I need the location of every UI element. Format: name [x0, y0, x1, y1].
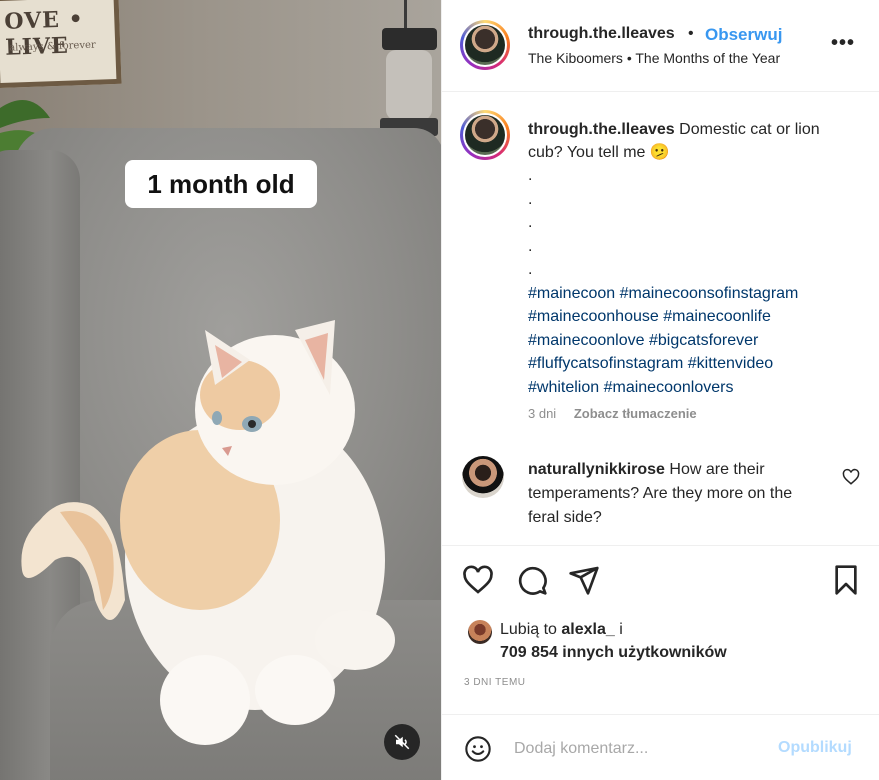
- hashtag-line[interactable]: #mainecoonlove #bigcatsforever: [528, 329, 848, 353]
- mute-toggle-button[interactable]: [384, 724, 420, 760]
- caption-hashtags[interactable]: #mainecoon #mainecoonsofinstagram #maine…: [528, 282, 848, 400]
- post-timestamp: 3 DNI TEMU: [464, 677, 526, 688]
- header-separator: •: [688, 25, 694, 42]
- like-heart-icon[interactable]: [462, 564, 494, 596]
- commenter-username-link[interactable]: naturallynikkirose: [528, 461, 665, 478]
- instagram-post-view: OVE • LIVE always & forever 1 month old …: [0, 0, 879, 780]
- comment-composer: Opublikuj: [442, 714, 879, 780]
- likes-prefix: Lubią to: [500, 621, 557, 638]
- publish-button[interactable]: Opublikuj: [778, 739, 852, 757]
- caption-dots: . . . . .: [528, 164, 848, 282]
- caption-dot: .: [528, 167, 533, 184]
- caption-author-avatar[interactable]: [460, 110, 510, 160]
- post-header: through.the.lleaves • Obserwuj The Kiboo…: [442, 0, 879, 92]
- confused-emoji-icon: 🫤: [649, 144, 670, 161]
- caption-dot: .: [528, 261, 533, 278]
- likes-conjunction: i: [619, 621, 623, 638]
- caption-dot: .: [528, 190, 533, 208]
- author-username-link[interactable]: through.the.lleaves: [528, 25, 675, 43]
- hashtag-line[interactable]: #mainecoonhouse #mainecoonlife: [528, 305, 848, 329]
- commenter-avatar[interactable]: [462, 456, 504, 498]
- liker-username-link[interactable]: alexla_: [561, 621, 614, 638]
- caption-username-link[interactable]: through.the.lleaves: [528, 121, 675, 138]
- comment-input[interactable]: [514, 737, 764, 761]
- author-avatar[interactable]: [460, 20, 510, 70]
- kitten-image: [21, 320, 395, 745]
- emoji-smiley-icon[interactable]: [464, 735, 492, 763]
- caption-dot: .: [528, 237, 533, 255]
- hashtag-line[interactable]: #mainecoon #mainecoonsofinstagram: [528, 282, 848, 306]
- post-details-panel: through.the.lleaves • Obserwuj The Kiboo…: [441, 0, 879, 780]
- hashtag-line[interactable]: #fluffycatsofinstagram #kittenvideo: [528, 352, 848, 376]
- follow-button[interactable]: Obserwuj: [705, 25, 782, 45]
- share-paper-plane-icon[interactable]: [568, 564, 600, 596]
- comment-like-heart-icon[interactable]: [842, 468, 860, 486]
- see-translation-button[interactable]: Zobacz tłumaczenie: [574, 406, 697, 421]
- comment-bubble-icon[interactable]: [516, 564, 548, 596]
- caption-age: 3 dni: [528, 406, 557, 421]
- caption-meta: 3 dni Zobacz tłumaczenie: [528, 406, 711, 421]
- audio-track-link[interactable]: The Kiboomers • The Months of the Year: [528, 50, 780, 66]
- video-overlay-label: 1 month old: [125, 160, 317, 208]
- post-actions: Lubią to alexla_ i 709 854 innych użytko…: [442, 545, 879, 715]
- likes-summary: Lubią to alexla_ i: [500, 621, 623, 639]
- hashtag-line[interactable]: #whitelion #mainecoonlovers: [528, 376, 848, 400]
- caption-text-block: through.the.lleaves Domestic cat or lion…: [528, 118, 848, 399]
- speaker-muted-icon: [394, 734, 410, 750]
- more-options-icon: •••: [830, 31, 855, 54]
- save-bookmark-icon[interactable]: [830, 564, 862, 596]
- likes-count-link[interactable]: 709 854 innych użytkowników: [500, 644, 727, 662]
- more-options-button[interactable]: •••: [828, 28, 858, 58]
- comment-text-block: naturallynikkirose How are their tempera…: [528, 458, 818, 530]
- post-media[interactable]: OVE • LIVE always & forever 1 month old: [0, 0, 441, 780]
- liker-avatar[interactable]: [468, 620, 492, 644]
- caption-dot: .: [528, 214, 533, 231]
